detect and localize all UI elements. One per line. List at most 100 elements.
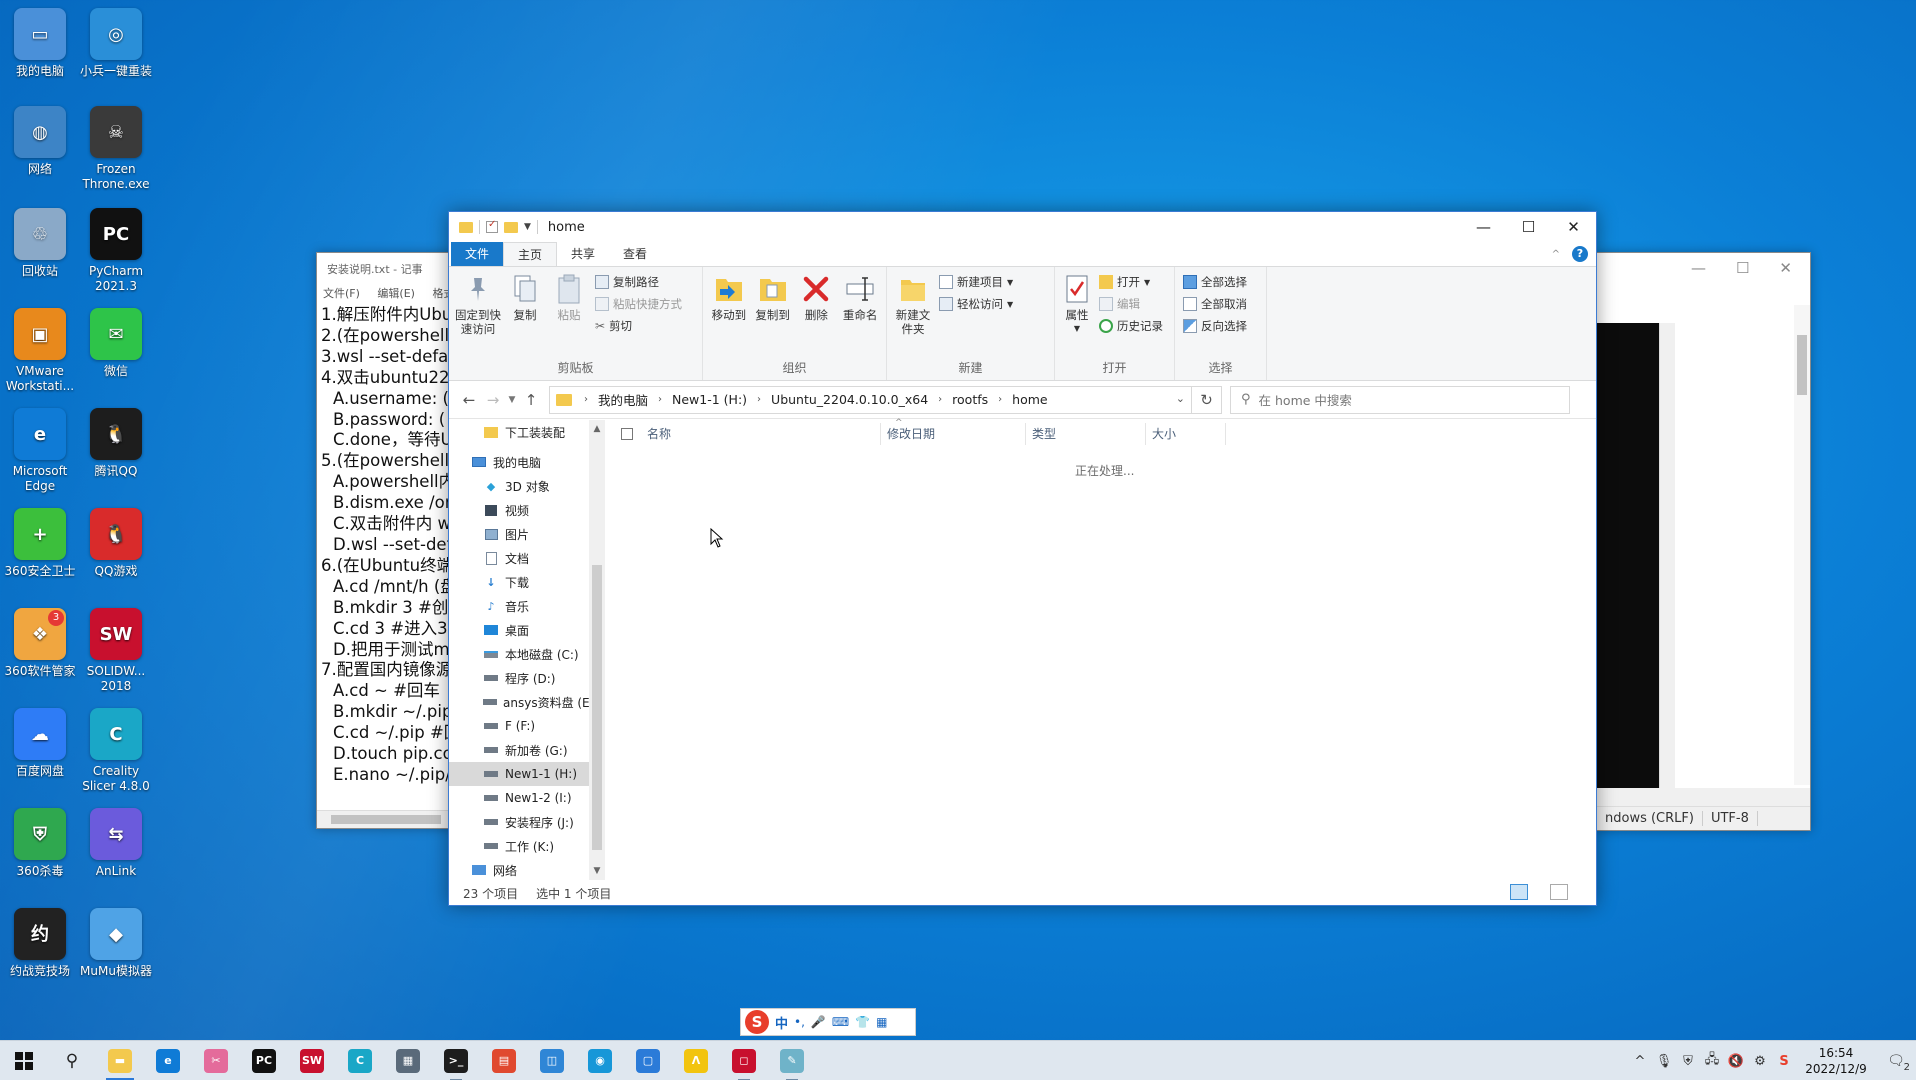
scrollbar-thumb[interactable] [331,815,441,824]
desktop-icon[interactable]: SW SOLIDW... 2018 [76,608,156,694]
taskbar-creality[interactable]: C [336,1041,384,1080]
taskbar-app-blue[interactable]: ◫ [528,1041,576,1080]
desktop-icon[interactable]: C Creality Slicer 4.8.0 [76,708,156,794]
taskbar-snipping[interactable]: ✂ [192,1041,240,1080]
notepad-menu-edit[interactable]: 编辑(E) [377,287,415,300]
desktop-icon[interactable]: ◎ 小兵一键重装 [76,8,156,79]
nav-item[interactable]: ◆ 3D 对象 [449,474,589,498]
notepad-horizontal-scrollbar[interactable] [317,810,455,828]
forward-button[interactable]: → [481,391,505,409]
nav-item[interactable]: 本地磁盘 (C:) [449,642,589,666]
chevron-right-icon[interactable]: › [652,394,668,405]
nav-item[interactable]: 桌面 [449,618,589,642]
taskbar-pycharm[interactable]: PC [240,1041,288,1080]
taskbar-pdf-app[interactable]: ▤ [480,1041,528,1080]
file-list[interactable]: 名称 ^ 修改日期 类型 大小 正在处理... [609,418,1596,880]
sogou-logo-icon[interactable]: S [745,1010,769,1034]
settings-icon[interactable]: ⚙ [1748,1054,1772,1069]
nav-item[interactable]: 工作 (K:) [449,834,589,858]
nav-item[interactable]: New1-2 (I:) [449,786,589,810]
address-bar[interactable]: › 我的电脑 › New1-1 (H:) › Ubuntu_2204.0.10.… [549,385,1192,414]
desktop-icon[interactable]: ✉ 微信 [76,308,156,379]
close-button[interactable]: ✕ [1551,212,1596,242]
column-type[interactable]: 类型 [1026,423,1146,445]
refresh-button[interactable]: ↻ [1192,385,1222,414]
maximize-button[interactable]: ☐ [1506,212,1551,242]
desktop-icon[interactable]: ◍ 网络 [0,106,80,177]
chevron-right-icon[interactable]: › [992,394,1008,405]
terminal-scrollbar[interactable] [1659,323,1675,803]
keyboard-icon[interactable]: ⌨ [832,1015,849,1029]
history-button[interactable]: 历史记录 [1099,317,1163,335]
ime-toolbar[interactable]: S 中 •, 🎤 ⌨ 👕 ▦ [740,1008,916,1036]
notepad-menu-file[interactable]: 文件(F) [323,287,360,300]
desktop-icon[interactable]: ▣ VMware Workstati... [0,308,80,394]
chevron-right-icon[interactable]: › [751,394,767,405]
up-button[interactable]: ↑ [519,391,543,409]
taskbar-edge[interactable]: e [144,1041,192,1080]
copy-path-button[interactable]: 复制路径 [595,273,682,291]
cut-button[interactable]: ✂ 剪切 [595,317,682,335]
nav-item[interactable]: 网络 [449,858,589,880]
desktop-icon[interactable]: ☠ Frozen Throne.exe [76,106,156,192]
nav-item[interactable]: 视频 [449,498,589,522]
taskbar-app-red[interactable]: ◻ [720,1041,768,1080]
recent-locations-button[interactable]: ▼ [505,395,519,405]
notification-center-button[interactable]: 🗨 2 [1876,1053,1916,1073]
scrollbar-thumb[interactable] [1797,335,1807,395]
chevron-down-icon[interactable]: ▼ [524,222,531,232]
scrollbar-thumb[interactable] [592,565,602,850]
select-none-button[interactable]: 全部取消 [1183,295,1247,313]
tab-view[interactable]: 查看 [609,242,661,266]
desktop-icon[interactable]: ☁ 百度网盘 [0,708,80,779]
breadcrumb-home[interactable]: home [1008,392,1051,407]
desktop-icon[interactable]: ⛨ 360杀毒 [0,808,80,879]
navigation-pane-scrollbar[interactable]: ▲ ▼ [589,420,605,880]
desktop-icon[interactable]: PC PyCharm 2021.3 [76,208,156,294]
desktop-icon[interactable]: +360安全卫士 [0,508,80,579]
tab-share[interactable]: 共享 [557,242,609,266]
easy-access-button[interactable]: 轻松访问 ▼ [939,295,1013,313]
start-button[interactable] [0,1041,48,1080]
title-bar[interactable]: ▼ home — ☐ ✕ [449,212,1596,242]
nav-item[interactable]: ♪ 音乐 [449,594,589,618]
nav-item[interactable]: F (F:) [449,714,589,738]
breadcrumb-my-computer[interactable]: 我的电脑 [594,390,652,409]
edit-button[interactable]: 编辑 [1099,295,1163,313]
help-icon[interactable]: ? [1572,246,1588,262]
chevron-up-icon[interactable]: ^ [1628,1054,1652,1069]
clock[interactable]: 16:54 2022/12/9 [1796,1045,1876,1077]
taskbar-solidworks[interactable]: SW [288,1041,336,1080]
select-all-button[interactable]: 全部选择 [1183,273,1247,291]
chevron-up-icon[interactable]: ^ [1552,249,1560,260]
column-date-modified[interactable]: 修改日期 [881,423,1026,445]
new-item-button[interactable]: 新建项目 ▼ [939,273,1013,291]
minimize-icon[interactable]: — [1691,259,1706,277]
security-icon[interactable]: ⛨ [1676,1054,1700,1069]
nav-item[interactable]: 安装程序 (J:) [449,810,589,834]
tab-home[interactable]: 主页 [503,242,558,266]
nav-item[interactable]: ↓ 下载 [449,570,589,594]
desktop-icon[interactable]: 约约战竞技场 [0,908,80,979]
breadcrumb-rootfs[interactable]: rootfs [948,392,992,407]
nav-item[interactable]: 新加卷 (G:) [449,738,589,762]
taskbar-app-cyan[interactable]: ◉ [576,1041,624,1080]
tab-file[interactable]: 文件 [451,242,504,266]
properties-icon[interactable] [486,219,498,233]
ime-punctuation-toggle[interactable]: •, [794,1015,805,1029]
chevron-up-icon[interactable]: ▲ [589,424,605,434]
minimize-button[interactable]: — [1461,212,1506,242]
nav-item[interactable]: ansys资料盘 (E: [449,690,589,714]
back-button[interactable]: ← [457,391,481,409]
desktop-icon[interactable]: ▭ 我的电脑 [0,8,80,79]
chevron-right-icon[interactable]: › [932,394,948,405]
close-icon[interactable]: ✕ [1779,259,1792,277]
network-icon[interactable]: 🖧 [1700,1050,1724,1072]
microphone-icon[interactable]: 🎤 [811,1015,826,1029]
navigation-pane[interactable]: 下工装装配 我的电脑 ◆ 3D 对象 视频 图片 文档 ↓ 下载 ♪ 音乐 桌面 本地磁盘 (C:) 程序… [449,420,589,880]
new-folder-icon[interactable] [504,221,518,233]
desktop-icon[interactable]: ♲ 回收站 [0,208,80,279]
toolbox-icon[interactable]: ▦ [876,1015,887,1029]
sogou-tray-icon[interactable]: S [1772,1054,1796,1069]
horizontal-scrollbar[interactable] [1597,788,1810,806]
